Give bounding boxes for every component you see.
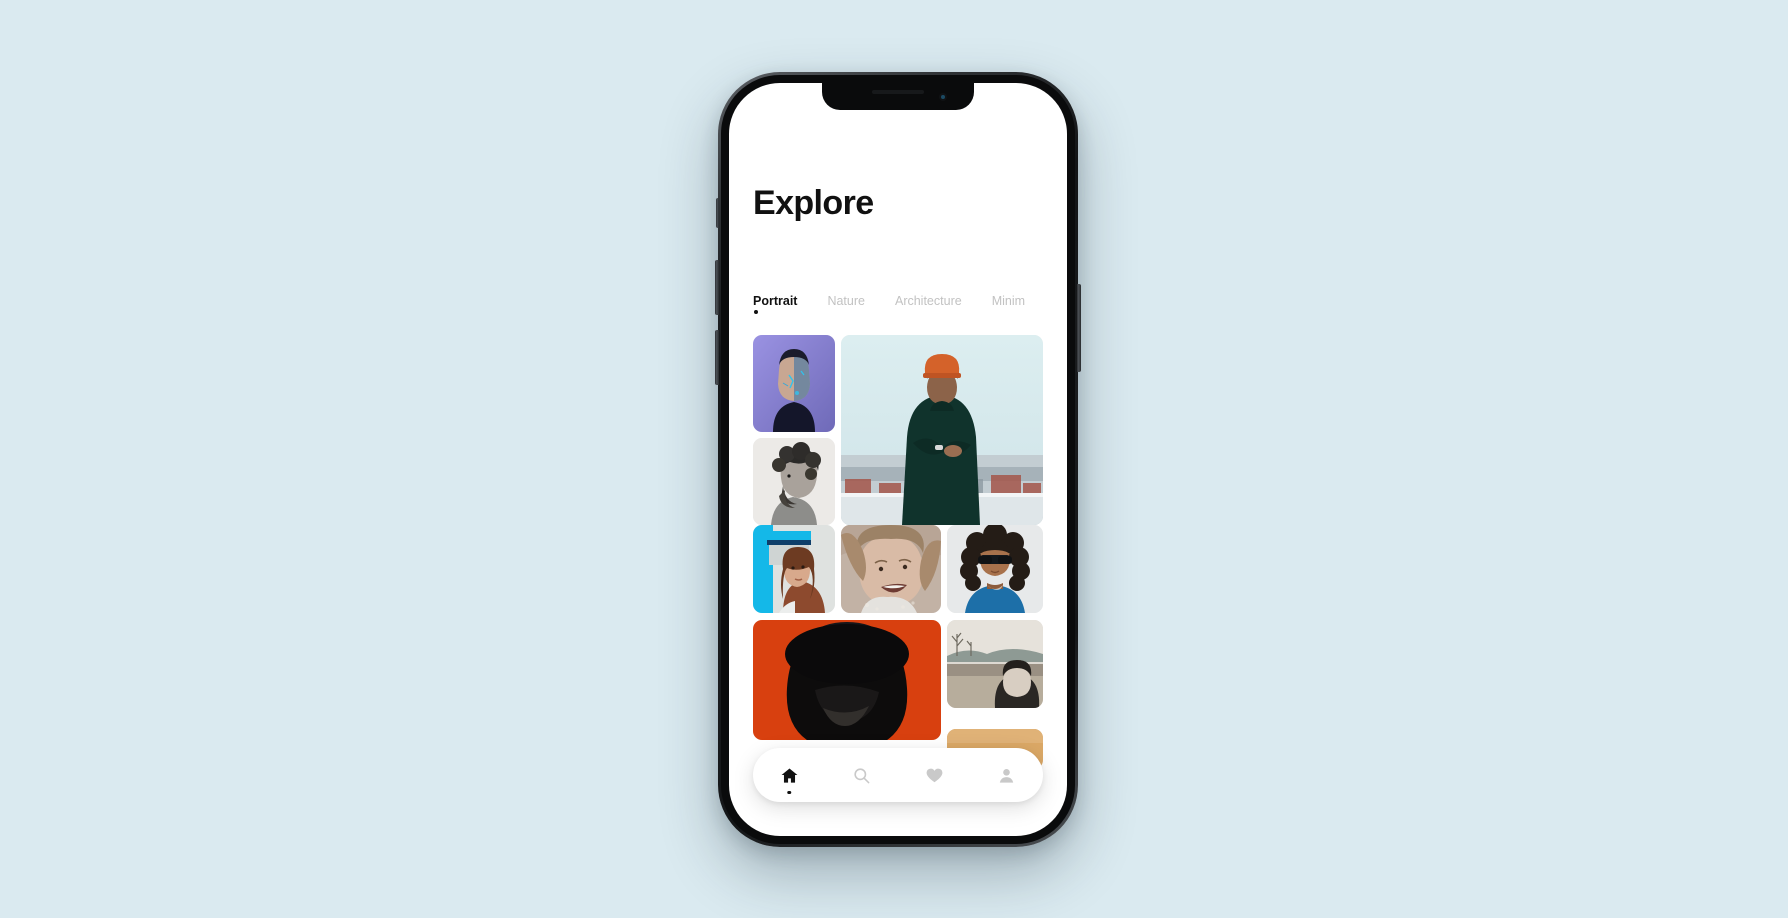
bottom-navigation-bar [753,748,1043,802]
photo-grid-row-3 [753,525,1043,613]
category-tabs: Portrait Nature Architecture Minim [753,294,1025,314]
active-nav-indicator-dot [787,790,791,794]
silent-switch[interactable] [716,198,719,228]
page-title: Explore [753,184,874,222]
photo-man-orange-beanie[interactable] [841,335,1043,525]
tab-nature[interactable]: Nature [827,295,865,310]
tab-minimal[interactable]: Minim [992,295,1025,310]
photo-bearded-man-bw[interactable] [753,438,835,525]
photo-grid-column-right [841,335,1043,525]
photo-outdoor-landscape[interactable] [947,620,1043,708]
photo-grid [753,335,1043,525]
device-notch [822,83,974,110]
nav-home[interactable] [766,753,812,797]
earpiece-speaker [872,90,924,94]
photo-woman-blue-wall[interactable] [753,525,835,613]
photo-smiling-girl[interactable] [841,525,941,613]
person-icon [1000,768,1014,783]
home-icon [781,768,798,783]
photo-grid-column-left [753,335,835,525]
explore-app-screen: Explore Portrait Nature Architecture Min… [729,83,1067,836]
phone-screen: Explore Portrait Nature Architecture Min… [729,83,1067,836]
photo-man-sunglasses[interactable] [947,525,1043,613]
volume-down-button[interactable] [715,330,719,385]
tab-architecture[interactable]: Architecture [895,295,962,310]
photo-digital-art-portrait[interactable] [753,335,835,432]
photo-grid-row-4 [753,620,1043,740]
tab-portrait[interactable]: Portrait [753,294,798,314]
phone-mockup: Explore Portrait Nature Architecture Min… [715,72,1081,847]
front-camera [939,93,947,101]
active-tab-indicator-dot [754,310,758,314]
heart-icon [926,768,943,782]
power-button[interactable] [1077,284,1081,372]
nav-search[interactable] [839,753,885,797]
nav-profile[interactable] [984,753,1030,797]
nav-favorites[interactable] [911,753,957,797]
search-icon [854,767,870,783]
volume-up-button[interactable] [715,260,719,315]
photo-person-red-background[interactable] [753,620,941,740]
tab-portrait-label: Portrait [753,294,798,308]
